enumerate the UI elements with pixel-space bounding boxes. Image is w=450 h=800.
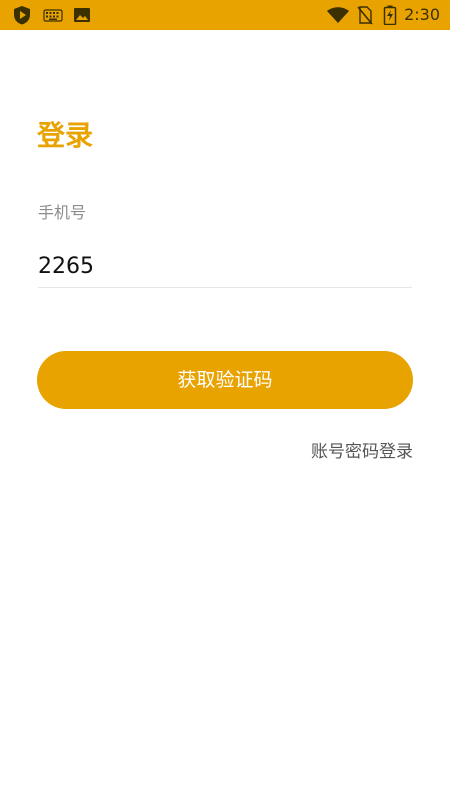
- account-password-login-link[interactable]: 账号密码登录: [311, 440, 413, 464]
- get-verification-code-button[interactable]: 获取验证码: [37, 351, 413, 409]
- login-screen: 登录 手机号 获取验证码 账号密码登录: [0, 30, 450, 800]
- wifi-icon: [327, 7, 349, 23]
- no-sim-icon: [357, 6, 373, 25]
- phone-field-label: 手机号: [38, 203, 87, 222]
- keyboard-icon: [43, 9, 63, 22]
- clock-time: 2:30: [404, 5, 440, 24]
- image-icon: [74, 8, 90, 22]
- status-bar: 2:30: [0, 0, 450, 30]
- battery-charging-icon: [383, 5, 397, 25]
- phone-number-input[interactable]: [38, 245, 412, 288]
- shield-play-icon: [14, 6, 30, 25]
- page-title: 登录: [37, 119, 94, 152]
